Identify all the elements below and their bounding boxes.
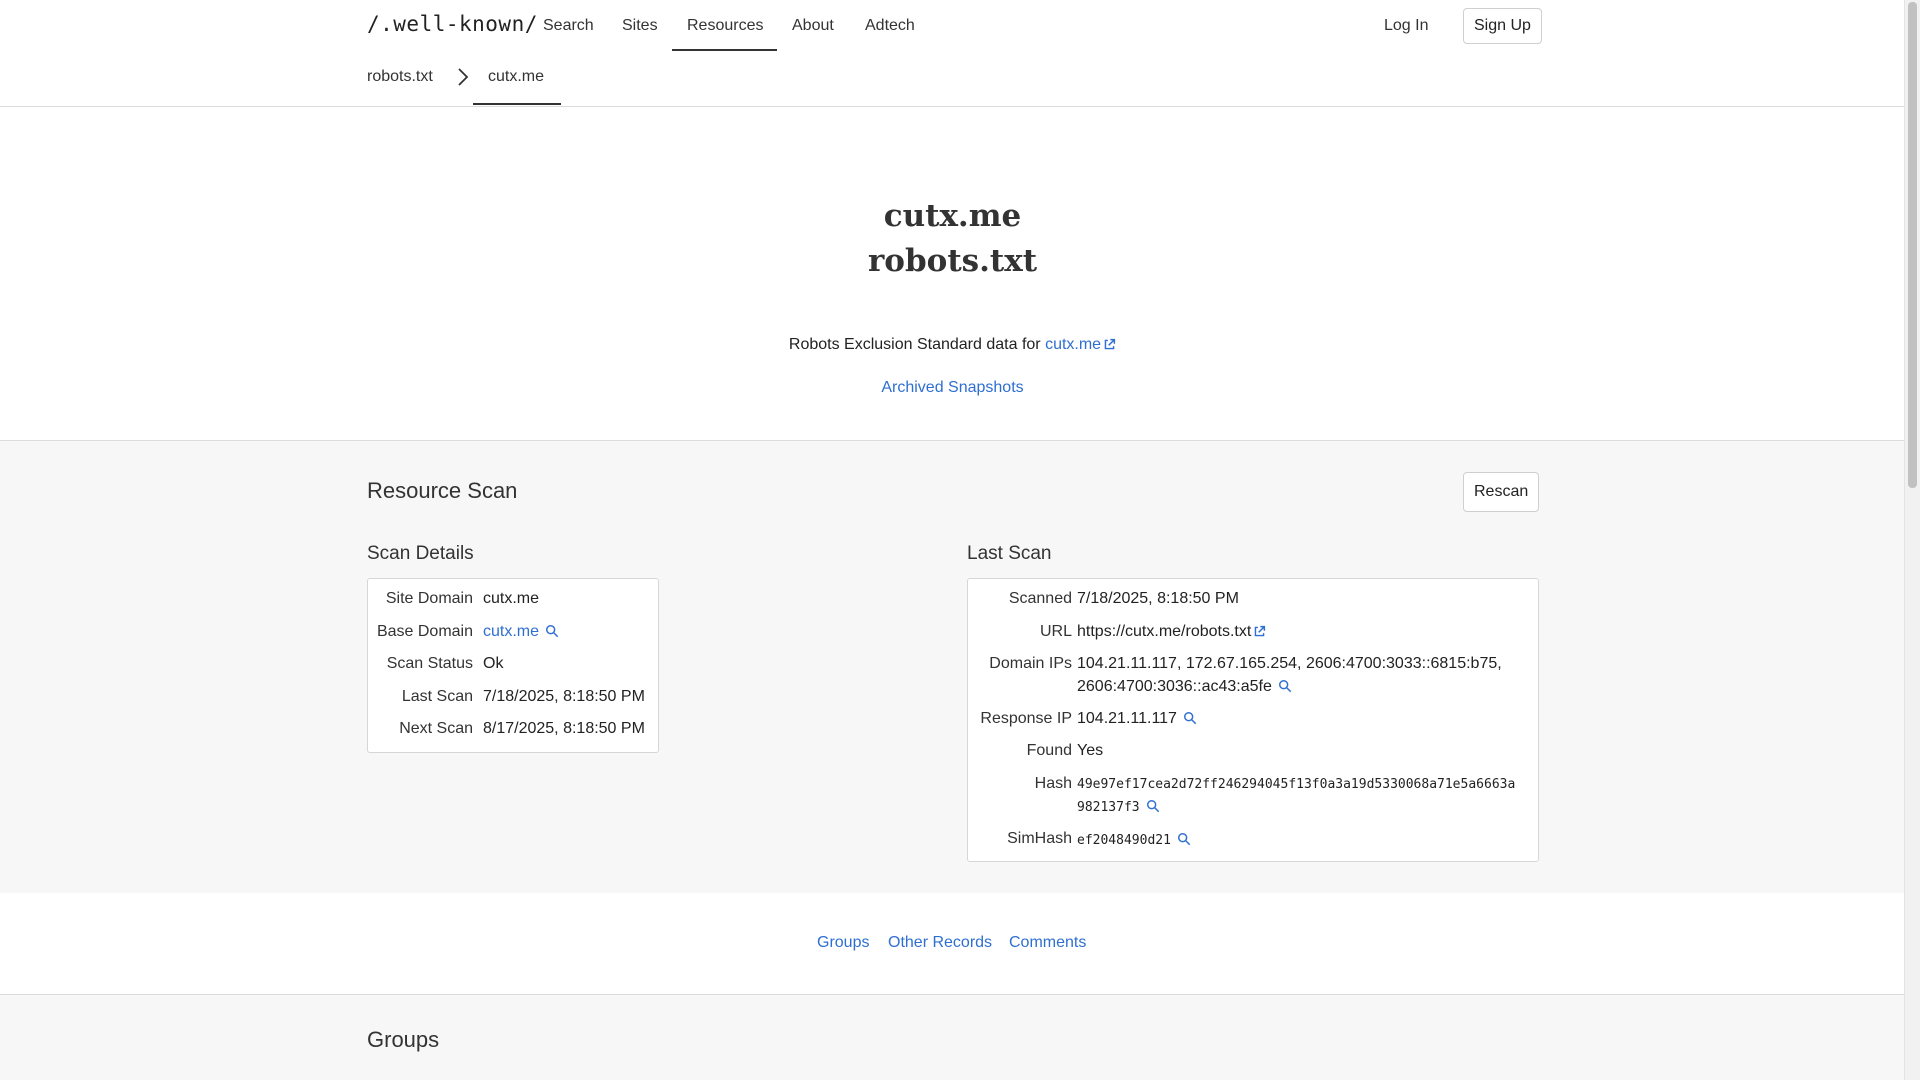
base-domain-link[interactable]: cutx.me bbox=[483, 623, 539, 640]
search-icon[interactable] bbox=[1177, 832, 1191, 846]
detail-label: Next Scan bbox=[399, 720, 473, 737]
chevron-right-icon bbox=[458, 68, 469, 86]
nav-sites[interactable]: Sites bbox=[607, 0, 673, 51]
hero-description-text: Robots Exclusion Standard data for bbox=[788, 336, 1041, 353]
tab-comments[interactable]: Comments bbox=[1009, 934, 1086, 952]
nav-resources[interactable]: Resources bbox=[672, 0, 777, 51]
domain-ips-line1: 104.21.11.117, 172.67.165.254, 2606:4700… bbox=[1077, 655, 1502, 672]
domain-ips-line2-wrap: 2606:4700:3036::ac43:a5fe bbox=[1077, 678, 1292, 696]
tab-groups[interactable]: Groups bbox=[817, 934, 869, 952]
nav-about[interactable]: About bbox=[777, 0, 849, 51]
external-link-icon bbox=[1255, 625, 1266, 637]
page-title-resource: robots.txt bbox=[867, 243, 1038, 279]
last-label: URL bbox=[1039, 623, 1072, 640]
groups-section bbox=[0, 995, 1905, 1080]
response-ip-value: 104.21.11.117 bbox=[1077, 710, 1177, 727]
search-icon[interactable] bbox=[545, 624, 559, 638]
last-label: Scanned bbox=[1008, 590, 1072, 607]
login-link[interactable]: Log In bbox=[1384, 0, 1428, 51]
hero-domain-link-text: cutx.me bbox=[1045, 336, 1102, 353]
archived-snapshots-link[interactable]: Archived Snapshots bbox=[881, 379, 1023, 396]
search-icon[interactable] bbox=[1278, 679, 1292, 693]
scan-details-title: Scan Details bbox=[367, 543, 474, 564]
vertical-scrollbar[interactable] bbox=[1904, 0, 1920, 1080]
nav-search[interactable]: Search bbox=[528, 0, 609, 51]
breadcrumb-domain[interactable]: cutx.me bbox=[473, 56, 561, 105]
simhash-wrap: ef2048490d21 bbox=[1077, 832, 1191, 848]
page: /.well-known/ Search Sites Resources Abo… bbox=[0, 0, 1905, 1080]
detail-label: Site Domain bbox=[385, 590, 473, 607]
hash-line1: 49e97ef17cea2d72ff246294045f13f0a3a19d53… bbox=[1077, 777, 1516, 792]
hero-description: Robots Exclusion Standard data for cutx.… bbox=[0, 336, 1905, 354]
last-label: Response IP bbox=[980, 710, 1072, 727]
external-link-icon bbox=[1104, 338, 1116, 350]
simhash-value: ef2048490d21 bbox=[1077, 833, 1171, 848]
last-label: Domain IPs bbox=[989, 655, 1072, 672]
resource-url-text: https://cutx.me/robots.txt bbox=[1077, 623, 1252, 640]
base-domain-value: cutx.me bbox=[483, 623, 559, 641]
search-icon[interactable] bbox=[1183, 711, 1197, 725]
scrollbar-thumb[interactable] bbox=[1908, 2, 1917, 488]
last-scan-value: 7/18/2025, 8:18:50 PM bbox=[483, 688, 645, 705]
tab-other-records[interactable]: Other Records bbox=[888, 934, 992, 952]
found-value: Yes bbox=[1077, 742, 1104, 759]
site-logo[interactable]: /.well-known/ bbox=[367, 12, 538, 36]
hash-line2-wrap: 982137f3 bbox=[1077, 799, 1160, 815]
resource-url-link[interactable]: https://cutx.me/robots.txt bbox=[1077, 623, 1266, 641]
top-navigation: /.well-known/ Search Sites Resources Abo… bbox=[0, 0, 1905, 107]
detail-label: Last Scan bbox=[401, 688, 473, 705]
page-title-domain: cutx.me bbox=[883, 198, 1022, 234]
signup-button[interactable]: Sign Up bbox=[1463, 8, 1542, 44]
detail-label: Base Domain bbox=[376, 623, 473, 640]
search-icon[interactable] bbox=[1146, 799, 1160, 813]
domain-ips-line2: 2606:4700:3036::ac43:a5fe bbox=[1077, 678, 1272, 695]
groups-title: Groups bbox=[367, 1027, 440, 1052]
nav-adtech[interactable]: Adtech bbox=[850, 0, 930, 51]
last-label: Hash bbox=[1034, 775, 1072, 792]
breadcrumb-robots[interactable]: robots.txt bbox=[367, 56, 433, 105]
next-scan-value: 8/17/2025, 8:18:50 PM bbox=[483, 720, 645, 737]
resource-scan-title: Resource Scan bbox=[367, 478, 518, 503]
last-scan-card: Scanned 7/18/2025, 8:18:50 PM URL https:… bbox=[967, 578, 1539, 862]
scan-details-card: Site Domain cutx.me Base Domain cutx.me … bbox=[367, 578, 659, 753]
resource-scan-section bbox=[0, 440, 1905, 894]
last-label: SimHash bbox=[1007, 830, 1072, 847]
rescan-button[interactable]: Rescan bbox=[1463, 472, 1540, 512]
last-label: Found bbox=[1026, 742, 1072, 759]
detail-label: Scan Status bbox=[386, 655, 473, 672]
hero-domain-link[interactable]: cutx.me bbox=[1045, 336, 1116, 353]
site-domain-link[interactable]: cutx.me bbox=[483, 590, 539, 608]
scanned-value: 7/18/2025, 8:18:50 PM bbox=[1077, 590, 1239, 607]
last-scan-title: Last Scan bbox=[967, 543, 1052, 564]
scan-status-value: Ok bbox=[483, 655, 504, 672]
archived-snapshots-row: Archived Snapshots bbox=[0, 379, 1905, 397]
response-ip-wrap: 104.21.11.117 bbox=[1077, 710, 1197, 728]
hash-line2: 982137f3 bbox=[1077, 800, 1140, 815]
